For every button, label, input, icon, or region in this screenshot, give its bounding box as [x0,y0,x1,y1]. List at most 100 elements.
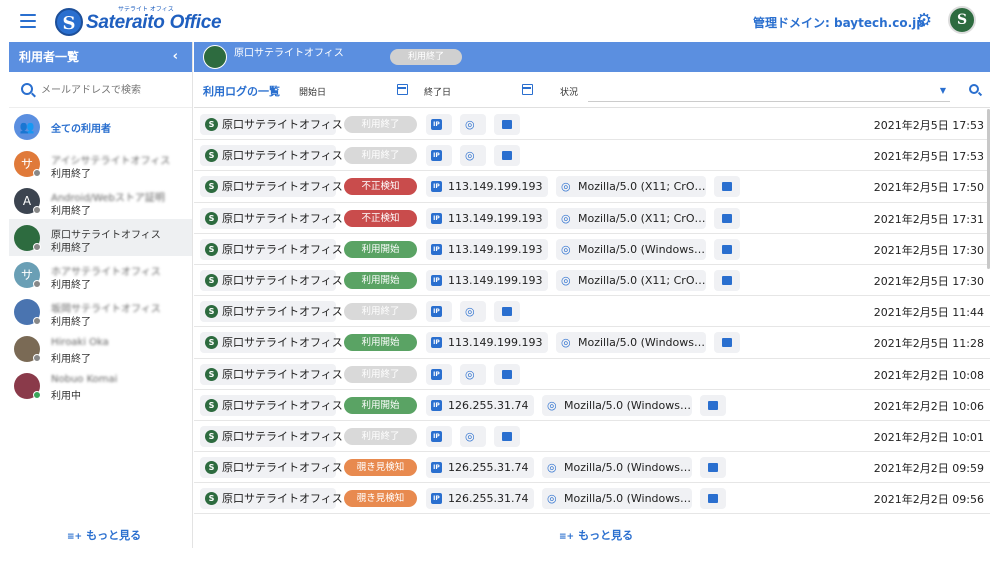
log-filter-bar: 利用ログの一覧 開始日 終了日 状況 ▼ [194,72,990,108]
user-list-panel: 利用者一覧 ‹ 👥 全ての利用者 サアイシサテライトオフィス利用終了AAndro… [9,42,193,548]
ip-address-chip [426,114,452,135]
screenshot-image-icon[interactable] [714,238,740,260]
log-row: 原口サテライトオフィス覗き見検知 126.255.31.74 Mozilla/5.0… [194,452,990,484]
ip-address-chip: 113.149.199.193 [426,332,549,354]
screenshot-image-icon[interactable] [714,176,740,198]
user-list-more-button[interactable]: もっと見る [67,527,141,543]
selected-user-name: 原口サテライトオフィス [234,48,344,59]
log-timestamp: 2021年2月2日 10:08 [873,368,984,382]
log-user-name: 原口サテライトオフィス [200,238,343,260]
chevron-down-icon: ▼ [939,86,946,95]
screenshot-image-icon[interactable] [700,488,726,510]
log-user-name: 原口サテライトオフィス [200,207,343,229]
app-root: S サテライト オフィス Sateraito Office 管理ドメイン: ba… [0,0,1000,564]
log-user-name: 原口サテライトオフィス [200,145,343,167]
log-search-icon[interactable] [969,84,979,94]
user-name: Hiroaki Oka [51,337,109,348]
log-table: 原口サテライトオフィス利用終了2021年2月5日 17:53原口サテライトオフィ… [194,109,990,515]
user-list-item[interactable]: 坂岡サテライトオフィス 利用終了 [9,293,192,330]
menu-icon[interactable] [20,14,36,28]
log-row: 原口サテライトオフィス利用終了 2021年2月2日 10:01 [194,421,990,453]
log-status-badge: 利用終了 [344,303,417,321]
log-timestamp: 2021年2月5日 17:50 [873,181,984,195]
screenshot-image-icon[interactable] [494,301,520,323]
logo-icon: S [55,8,83,36]
log-status-badge: 利用開始 [344,396,417,414]
user-list-item[interactable]: A Android/Webストア証明 利用終了 [9,182,192,219]
log-row: 原口サテライトオフィス利用開始 113.149.199.193 Mozilla/5.… [194,234,990,265]
log-timestamp: 2021年2月5日 17:31 [873,212,984,226]
log-panel: 原口サテライトオフィス 利用終了 利用ログの一覧 開始日 終了日 状況 ▼ 原口… [194,42,990,548]
user-list-item[interactable]: サアイシサテライトオフィス 利用終了 [9,145,192,182]
ip-address-chip: 126.255.31.74 [426,457,535,479]
user-list-item[interactable]: Hiroaki Oka 利用終了 [9,330,192,367]
user-list-item[interactable]: 原口サテライトオフィス 利用終了 [9,219,192,256]
start-date-field[interactable]: 開始日 [299,85,326,98]
presence-dot [33,354,41,362]
end-calendar-icon[interactable] [522,84,533,95]
user-name: Nobuo Komai [51,374,118,385]
log-scrollbar[interactable] [987,109,990,269]
log-row: 原口サテライトオフィス不正検知 113.149.199.193 Mozilla/5.… [194,203,990,234]
user-list-item[interactable]: サホアサテライトオフィス 利用終了 [9,256,192,293]
gear-icon[interactable]: ⚙ [916,12,934,30]
all-users-label: 全ての利用者 [51,124,111,135]
all-users-item[interactable]: 👥 全ての利用者 [9,108,192,145]
log-timestamp: 2021年2月5日 11:44 [873,306,984,320]
user-search-input[interactable] [41,80,181,100]
presence-dot [33,169,41,177]
log-timestamp: 2021年2月2日 10:06 [873,399,984,413]
log-status-badge: 利用終了 [344,116,417,133]
user-status: 利用終了 [51,317,91,328]
collapse-chevron-icon[interactable]: ‹ [173,42,178,72]
log-user-name: 原口サテライトオフィス [200,332,343,354]
status-filter-select[interactable]: ▼ [588,80,950,102]
presence-dot [33,391,41,399]
log-status-badge: 覗き見検知 [344,490,417,508]
presence-dot [33,206,41,214]
ip-address-chip: 113.149.199.193 [426,176,549,198]
log-row: 原口サテライトオフィス利用終了 2021年2月5日 17:53 [194,140,990,172]
log-user-name: 原口サテライトオフィス [200,114,343,135]
selected-user-avatar [203,45,227,69]
log-user-name: 原口サテライトオフィス [200,363,343,385]
log-timestamp: 2021年2月2日 09:59 [873,462,984,476]
screenshot-image-icon[interactable] [714,207,740,229]
domain-label: 管理ドメイン: baytech.co.jp [753,16,925,30]
screenshot-image-icon[interactable] [494,425,520,447]
user-agent-chip: Mozilla/5.0 (Windows… [556,238,706,260]
screenshot-image-icon[interactable] [494,145,520,167]
user-list-item[interactable]: Nobuo Komai 利用中 [9,367,192,404]
screenshot-image-icon[interactable] [714,269,740,291]
log-more-button[interactable]: もっと見る [559,527,633,543]
ip-address-chip: 113.149.199.193 [426,207,549,229]
account-avatar[interactable] [948,6,976,34]
top-bar: S サテライト オフィス Sateraito Office 管理ドメイン: ba… [0,0,1000,42]
user-agent-chip [460,363,486,385]
screenshot-image-icon[interactable] [700,457,726,479]
user-status: 利用中 [51,391,81,402]
screenshot-image-icon[interactable] [494,363,520,385]
start-calendar-icon[interactable] [397,84,408,95]
presence-dot [33,317,41,325]
user-agent-chip: Mozilla/5.0 (Windows… [542,488,692,510]
log-timestamp: 2021年2月5日 17:30 [873,243,984,257]
log-status-badge: 不正検知 [344,178,417,196]
user-agent-chip [460,145,486,167]
user-list-header: 利用者一覧 ‹ [9,42,192,72]
screenshot-image-icon[interactable] [714,332,740,354]
user-status: 利用終了 [51,243,91,254]
log-user-name: 原口サテライトオフィス [200,488,343,510]
log-status-badge: 不正検知 [344,209,417,227]
end-date-field[interactable]: 終了日 [424,85,451,98]
logo-text: Sateraito Office [86,12,222,33]
presence-dot [33,280,41,288]
screenshot-image-icon[interactable] [700,394,726,416]
screenshot-image-icon[interactable] [494,114,520,135]
log-row: 原口サテライトオフィス利用開始 113.149.199.193 Mozilla/5.… [194,327,990,359]
log-list-title: 利用ログの一覧 [203,85,280,98]
log-row: 原口サテライトオフィス利用終了 2021年2月5日 11:44 [194,296,990,328]
ip-address-chip: 113.149.199.193 [426,238,549,260]
user-agent-chip: Mozilla/5.0 (X11; CrO… [556,176,706,198]
user-status: 利用終了 [51,354,91,365]
